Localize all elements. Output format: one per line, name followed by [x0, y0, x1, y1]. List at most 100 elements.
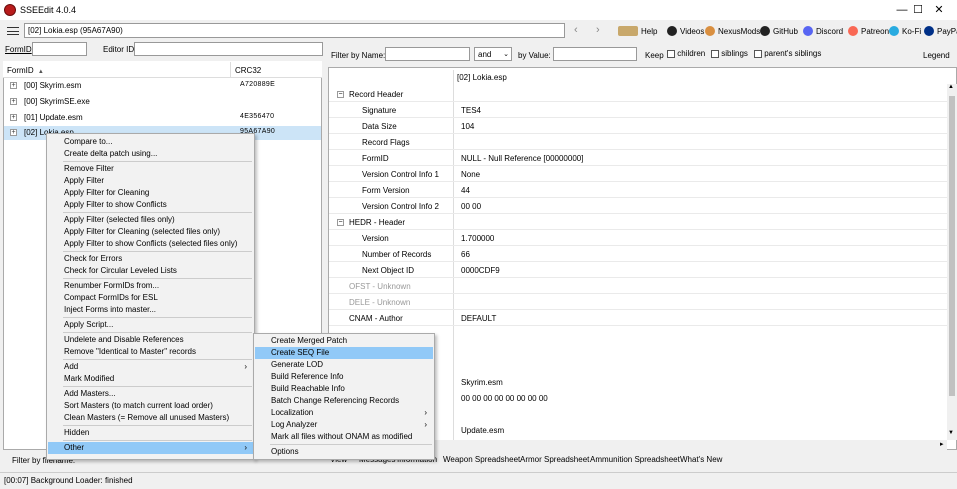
video-icon — [667, 26, 677, 36]
record-row[interactable]: CNAM - Author DEFAULT — [329, 310, 947, 326]
and-or-select[interactable]: and ⌄ — [474, 47, 512, 61]
submenu-item[interactable]: Batch Change Referencing Records — [255, 395, 433, 407]
record-row[interactable]: Version Control Info 2 00 00 — [329, 198, 947, 214]
context-menu-item[interactable]: Add › — [48, 361, 253, 373]
context-menu-item[interactable]: Apply Script... — [48, 319, 253, 331]
context-menu-item[interactable]: Apply Filter for Cleaning (selected file… — [48, 226, 253, 238]
submenu-item[interactable]: Create Merged Patch — [255, 335, 433, 347]
context-menu-item[interactable]: Undelete and Disable References — [48, 334, 253, 346]
formid-filter-input[interactable] — [32, 42, 87, 56]
record-field-name: Form Version — [362, 186, 410, 195]
record-row[interactable]: Next Object ID 0000CDF9 — [329, 262, 947, 278]
close-button[interactable]: ✕ — [921, 0, 957, 20]
keep-children-checkbox[interactable]: children — [667, 49, 705, 58]
patreon-link[interactable]: Patreon — [848, 26, 889, 36]
context-menu-item[interactable]: Sort Masters (to match current load orde… — [48, 400, 253, 412]
nexusmods-link[interactable]: NexusMods — [705, 26, 760, 36]
collapse-minus-icon[interactable]: − — [337, 219, 344, 226]
scrollbar-thumb[interactable] — [949, 96, 955, 396]
context-menu-item[interactable]: Inject Forms into master... — [48, 304, 253, 316]
checkbox-icon[interactable] — [667, 49, 675, 58]
filter-by-value-input[interactable] — [553, 47, 637, 61]
tree-row[interactable]: + [01] Update.esm 4E356470 — [4, 111, 321, 125]
context-menu-item[interactable]: Add Masters... — [48, 388, 253, 400]
submenu-item[interactable]: Build Reachable Info — [255, 383, 433, 395]
paypal-link[interactable]: PayPal — [924, 26, 957, 36]
context-menu-item[interactable]: Remove "Identical to Master" records — [48, 346, 253, 358]
back-arrow-icon[interactable]: ‹ — [574, 24, 578, 36]
record-field-name: Version — [362, 234, 389, 243]
submenu-item[interactable]: Build Reference Info — [255, 371, 433, 383]
tab-whats-new[interactable]: What's New — [680, 455, 722, 464]
record-field-name: Version Control Info 2 — [362, 202, 439, 211]
record-row[interactable]: Record Flags — [329, 134, 947, 150]
videos-link[interactable]: Videos — [667, 26, 704, 36]
expand-plus-icon[interactable]: + — [10, 82, 17, 89]
submenu-item[interactable]: Mark all files without ONAM as modified — [255, 431, 433, 443]
record-row[interactable]: Form Version 44 — [329, 182, 947, 198]
filter-by-name-input[interactable] — [385, 47, 470, 61]
submenu-item[interactable]: Options — [255, 446, 433, 458]
keep-parents-siblings-checkbox[interactable]: parent's siblings — [754, 49, 821, 58]
scroll-up-icon[interactable]: ▲ — [948, 84, 954, 90]
context-menu-item[interactable]: Other › — [48, 442, 253, 454]
checkbox-icon[interactable] — [711, 49, 719, 58]
submenu-item[interactable]: Create SEQ File — [255, 347, 433, 359]
record-row[interactable]: − HEDR - Header — [329, 214, 947, 230]
hamburger-menu-icon[interactable] — [7, 27, 19, 35]
record-row[interactable]: − Record Header — [329, 86, 947, 102]
record-path-field[interactable]: [02] Lokia.esp (95A67A90) — [24, 23, 565, 38]
scroll-right-icon[interactable]: ▸ — [940, 440, 944, 448]
record-row[interactable]: DELE - Unknown — [329, 294, 947, 310]
record-row[interactable]: Version Control Info 1 None — [329, 166, 947, 182]
context-menu-item[interactable]: Clean Masters (= Remove all unused Maste… — [48, 412, 253, 424]
submenu-item[interactable]: Log Analyzer › — [255, 419, 433, 431]
record-row[interactable]: OFST - Unknown — [329, 278, 947, 294]
context-menu-item[interactable]: Apply Filter for Cleaning — [48, 187, 253, 199]
book-icon — [618, 26, 638, 36]
tab-armor-spreadsheet[interactable]: Armor Spreadsheet — [520, 455, 589, 464]
context-menu-item[interactable]: Create delta patch using... — [48, 148, 253, 160]
scroll-down-icon[interactable]: ▼ — [948, 430, 954, 436]
github-link[interactable]: GitHub — [760, 26, 798, 36]
kofi-link[interactable]: Ko-Fi — [889, 26, 921, 36]
record-row[interactable]: Signature TES4 — [329, 102, 947, 118]
forward-arrow-icon[interactable]: › — [596, 24, 600, 36]
context-menu-item[interactable]: Apply Filter — [48, 175, 253, 187]
checkbox-icon[interactable] — [754, 49, 762, 58]
expand-plus-icon[interactable]: + — [10, 114, 17, 121]
other-submenu: Create Merged Patch Create SEQ File Genera… — [253, 333, 435, 460]
context-menu-item[interactable]: Hidden — [48, 427, 253, 439]
keep-siblings-checkbox[interactable]: siblings — [711, 49, 748, 58]
record-row[interactable]: Version 1.700000 — [329, 230, 947, 246]
context-menu-item[interactable]: Check for Errors — [48, 253, 253, 265]
context-menu-item[interactable]: Check for Circular Leveled Lists — [48, 265, 253, 277]
tab-weapon-spreadsheet[interactable]: Weapon Spreadsheet — [443, 455, 520, 464]
context-menu-item[interactable]: Renumber FormIDs from... — [48, 280, 253, 292]
context-menu-item[interactable]: Apply Filter (selected files only) — [48, 214, 253, 226]
tree-row[interactable]: + [00] Skyrim.esm A720889E — [4, 79, 321, 93]
context-menu-item[interactable]: Mark Modified — [48, 373, 253, 385]
tab-ammunition-spreadsheet[interactable]: Ammunition Spreadsheet — [590, 455, 680, 464]
crc32-column-header[interactable]: CRC32 — [235, 66, 261, 75]
context-menu-item[interactable]: Apply Filter to show Conflicts (selected… — [48, 238, 253, 250]
expand-plus-icon[interactable]: + — [10, 129, 17, 136]
help-link[interactable]: Help — [618, 26, 657, 36]
tree-row[interactable]: + [00] SkyrimSE.exe — [4, 95, 321, 109]
file-tree-header — [3, 61, 322, 78]
context-menu-item[interactable]: Compact FormIDs for ESL — [48, 292, 253, 304]
legend-button[interactable]: Legend — [923, 51, 950, 60]
submenu-item[interactable]: Localization › — [255, 407, 433, 419]
expand-plus-icon[interactable]: + — [10, 98, 17, 105]
context-menu-item[interactable]: Remove Filter — [48, 163, 253, 175]
record-row[interactable]: Number of Records 66 — [329, 246, 947, 262]
collapse-minus-icon[interactable]: − — [337, 91, 344, 98]
record-row[interactable]: Data Size 104 — [329, 118, 947, 134]
context-menu-item[interactable]: Compare to... — [48, 136, 253, 148]
submenu-item[interactable]: Generate LOD — [255, 359, 433, 371]
formid-column-header[interactable]: FormID ▲ — [7, 66, 44, 75]
discord-link[interactable]: Discord — [803, 26, 843, 36]
editorid-filter-input[interactable] — [134, 42, 323, 56]
context-menu-item[interactable]: Apply Filter to show Conflicts — [48, 199, 253, 211]
record-row[interactable]: FormID NULL - Null Reference [00000000] — [329, 150, 947, 166]
